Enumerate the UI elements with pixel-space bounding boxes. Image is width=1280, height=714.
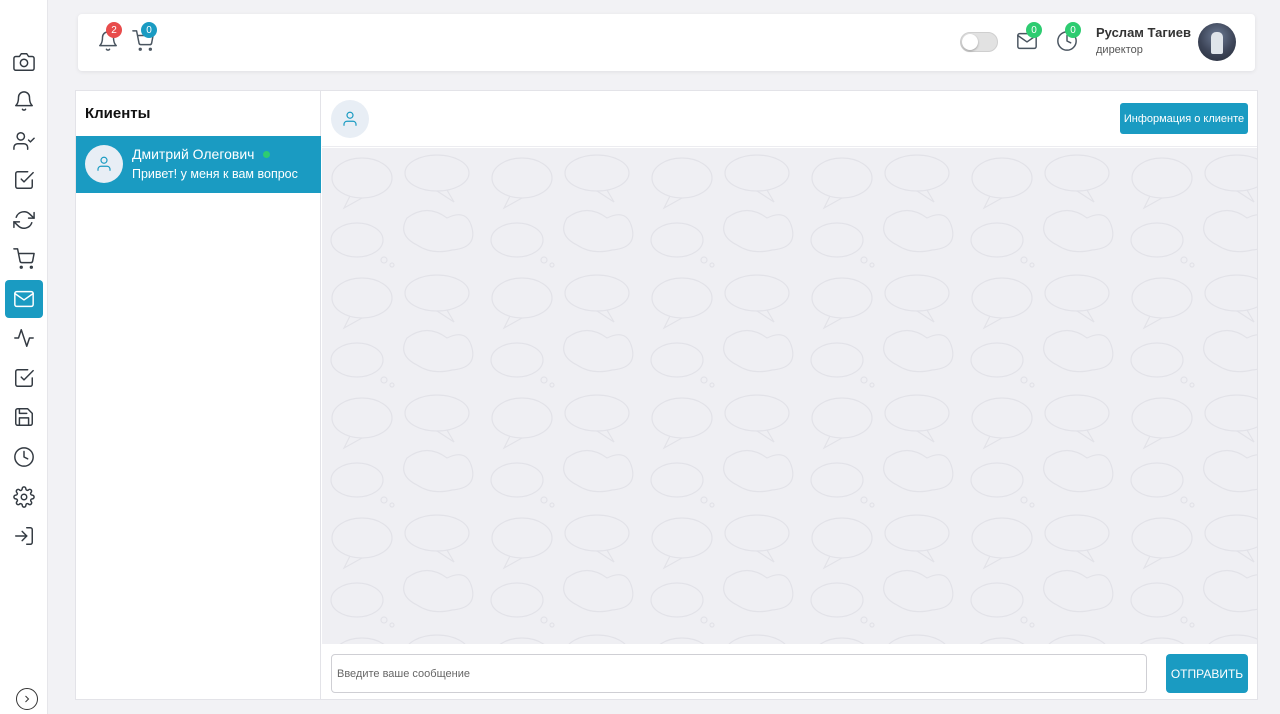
sidebar-item-camera[interactable] — [5, 43, 43, 81]
cart-badge: 0 — [141, 22, 157, 38]
sidebar — [0, 0, 48, 714]
bell-icon — [15, 91, 33, 111]
chat-messages-area — [322, 148, 1257, 644]
user-name: Руслам Тагиев — [1096, 25, 1191, 40]
send-button[interactable]: ОТПРАВИТЬ — [1166, 654, 1248, 693]
chevron-right-icon — [25, 695, 30, 703]
sidebar-item-history[interactable] — [5, 438, 43, 476]
sidebar-item-checklist[interactable] — [5, 359, 43, 397]
cart-icon — [13, 248, 35, 269]
check-square-icon — [15, 171, 34, 189]
sidebar-item-tasks[interactable] — [5, 161, 43, 199]
sidebar-item-activity[interactable] — [5, 319, 43, 357]
sidebar-item-login[interactable] — [5, 517, 43, 555]
user-avatar[interactable] — [1198, 23, 1236, 61]
sidebar-item-users[interactable] — [5, 122, 43, 160]
sidebar-collapse-button[interactable] — [16, 688, 38, 710]
client-info-button[interactable]: Информация о клиенте — [1120, 103, 1248, 134]
user-icon — [97, 156, 111, 171]
message-input-row: ОТПРАВИТЬ — [322, 644, 1257, 699]
chat-header: Информация о клиенте — [322, 91, 1257, 147]
user-icon — [343, 111, 357, 126]
sidebar-item-save[interactable] — [5, 398, 43, 436]
messages-badge: 0 — [1026, 22, 1042, 38]
theme-toggle[interactable] — [960, 32, 998, 52]
chat-panel: Клиенты Дмитрий Олегович Привет! у меня … — [75, 90, 1258, 700]
save-icon — [15, 408, 33, 426]
message-input[interactable] — [331, 654, 1147, 693]
client-item[interactable]: Дмитрий Олегович Привет! у меня к вам во… — [76, 136, 321, 193]
settings-icon — [13, 486, 35, 508]
check-square-icon — [15, 369, 34, 387]
sidebar-item-sync[interactable] — [5, 201, 43, 239]
history-badge: 0 — [1065, 22, 1081, 38]
toggle-knob — [962, 34, 978, 50]
sidebar-item-cart[interactable] — [5, 240, 43, 278]
sidebar-item-mail[interactable] — [5, 280, 43, 318]
clients-title: Клиенты — [85, 105, 151, 122]
clients-list: Клиенты Дмитрий Олегович Привет! у меня … — [76, 91, 321, 699]
activity-icon — [14, 329, 34, 347]
user-check-icon — [13, 132, 35, 150]
chat-contact-avatar[interactable] — [331, 100, 369, 138]
refresh-icon — [13, 211, 35, 229]
chat-background-pattern — [322, 148, 1257, 644]
mail-icon — [14, 290, 34, 308]
client-last-message: Привет! у меня к вам вопрос — [132, 167, 298, 181]
client-avatar — [85, 145, 123, 183]
avatar-figure — [1211, 32, 1223, 54]
client-name: Дмитрий Олегович — [132, 146, 255, 162]
sidebar-item-settings[interactable] — [5, 478, 43, 516]
notifications-badge: 2 — [106, 22, 122, 38]
top-header: 2 0 0 0 Руслам Тагиев директор — [78, 14, 1255, 71]
camera-icon — [13, 53, 35, 71]
online-status-dot — [263, 151, 270, 158]
sidebar-item-notifications[interactable] — [5, 82, 43, 120]
clock-icon — [14, 447, 34, 467]
user-role: директор — [1096, 44, 1143, 56]
log-in-icon — [15, 527, 33, 545]
